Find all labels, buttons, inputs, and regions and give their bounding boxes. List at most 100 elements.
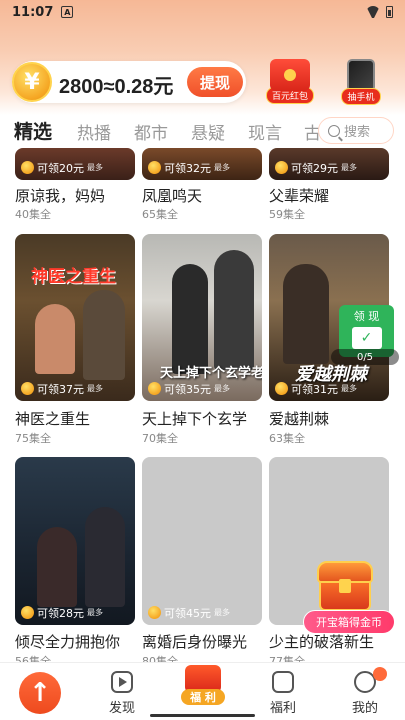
reward-chip: 可领45元 最多 — [148, 604, 230, 621]
coin-icon — [148, 161, 161, 174]
search-icon — [328, 124, 340, 137]
reward-text: 可领28元 — [37, 606, 84, 620]
coin-icon — [148, 606, 161, 619]
drama-episodes: 63集全 — [269, 432, 305, 445]
treasure-chest-icon[interactable] — [315, 561, 375, 613]
tab-urban[interactable]: 都市 — [134, 119, 168, 144]
home-indicator — [150, 714, 255, 717]
coin-icon — [275, 382, 288, 395]
poster-figure — [214, 250, 254, 370]
reward-chip: 可领29元 最多 — [275, 159, 357, 176]
nav-welfare[interactable]: 福利 — [248, 663, 318, 720]
reward-text: 可领29元 — [291, 161, 338, 175]
drama-poster: 可领32元 最多 — [142, 148, 262, 180]
drama-episodes: 77集全 — [269, 655, 305, 662]
nav-welfare-center[interactable]: 福 利 — [160, 663, 230, 720]
search-input[interactable]: 搜索 — [318, 117, 394, 144]
withdraw-button[interactable]: 提现 — [187, 67, 243, 97]
reward-more: 最多 — [214, 384, 230, 393]
status-time: 11:07 — [12, 4, 54, 20]
bottom-navigation: ↑ 发现 福 利 福利 我的 — [0, 662, 405, 720]
tab-romance[interactable]: 现言 — [248, 119, 282, 144]
drama-title: 倾尽全力拥抱你 — [15, 633, 121, 651]
gift-icon: 福 利 — [179, 665, 227, 707]
status-bar: 11:07 A — [0, 0, 405, 24]
poster-figure — [85, 507, 125, 607]
nav-mine[interactable]: 我的 — [330, 663, 400, 720]
poster-title-art: 天上掉下个玄学老妻 — [160, 366, 262, 381]
drama-title: 凤凰鸣天 — [142, 187, 203, 205]
nav-welfare-center-label: 福 利 — [181, 689, 225, 705]
reward-more: 最多 — [214, 608, 230, 617]
reward-chip: 可领20元 最多 — [21, 159, 103, 176]
drama-title: 离婚后身份曝光 — [142, 633, 248, 651]
coin-balance-pill[interactable]: ¥ 2800≈0.28元 提现 — [12, 61, 246, 103]
tab-hot[interactable]: 热播 — [77, 119, 111, 144]
reward-text: 可领32元 — [164, 161, 211, 175]
drama-episodes: 65集全 — [142, 208, 178, 221]
nav-discover[interactable]: 发现 — [87, 663, 157, 720]
reward-text: 可领45元 — [164, 606, 211, 620]
reward-chip: 可领28元 最多 — [21, 604, 103, 621]
coin-icon — [148, 382, 161, 395]
reward-chip: 可领37元 最多 — [21, 380, 103, 397]
drama-episodes: 56集全 — [15, 655, 51, 662]
coin-icon — [21, 161, 34, 174]
poster-figure — [83, 290, 125, 380]
reward-more: 最多 — [87, 163, 103, 172]
redpacket-promo[interactable]: 百元红包 — [262, 59, 318, 105]
drama-episodes: 59集全 — [269, 208, 305, 221]
badge-icon — [373, 667, 387, 681]
drama-poster: 天上掉下个玄学老妻 可领35元 最多 — [142, 234, 262, 401]
search-placeholder: 搜索 — [344, 125, 371, 140]
poster-title-art: 神医之重生 — [31, 267, 116, 287]
box-icon — [272, 671, 294, 693]
scroll-top-arrow-icon[interactable]: ↑ — [19, 672, 61, 714]
poster-figure — [283, 264, 329, 364]
drama-poster: 可领29元 最多 — [269, 148, 389, 180]
tab-featured[interactable]: 精选 — [14, 117, 52, 144]
open-chest-button[interactable]: 开宝箱得金币 — [303, 610, 395, 634]
coin-icon: ¥ — [12, 62, 52, 102]
reward-more: 最多 — [87, 608, 103, 617]
coin-icon — [21, 606, 34, 619]
drama-title: 父辈荣耀 — [269, 187, 330, 205]
drama-poster: 可领45元 最多 — [142, 457, 262, 625]
phone-draw-promo[interactable]: 抽手机 — [333, 59, 389, 105]
coin-balance-text: 2800≈0.28元 — [59, 76, 174, 98]
phone-draw-label: 抽手机 — [341, 88, 381, 105]
claim-progress: 0/5 — [331, 349, 399, 365]
poster-figure — [35, 304, 75, 374]
nav-discover-label: 发现 — [108, 701, 135, 716]
reward-more: 最多 — [341, 384, 357, 393]
drama-title: 爱越荆棘 — [269, 410, 330, 428]
drama-episodes: 80集全 — [142, 655, 178, 662]
nav-welfare-label: 福利 — [269, 701, 296, 716]
drama-episodes: 75集全 — [15, 432, 51, 445]
drama-poster: 可领20元 最多 — [15, 148, 135, 180]
redpacket-icon — [270, 59, 310, 91]
drama-poster: 神医之重生 可领37元 最多 — [15, 234, 135, 401]
drama-episodes: 40集全 — [15, 208, 51, 221]
reward-chip: 可领32元 最多 — [148, 159, 230, 176]
notification-a-icon: A — [61, 6, 74, 18]
battery-icon — [386, 6, 393, 18]
reward-more: 最多 — [87, 384, 103, 393]
reward-text: 可领35元 — [164, 382, 211, 396]
coin-icon — [275, 161, 288, 174]
reward-text: 可领37元 — [37, 382, 84, 396]
poster-figure — [37, 527, 77, 607]
reward-more: 最多 — [214, 163, 230, 172]
drama-title: 少主的破落新生 — [269, 633, 375, 651]
tab-suspense[interactable]: 悬疑 — [191, 119, 225, 144]
wifi-icon — [366, 6, 380, 18]
drama-title: 原谅我，妈妈 — [15, 187, 106, 205]
coin-icon — [21, 382, 34, 395]
reward-chip: 可领31元 最多 — [275, 380, 357, 397]
drama-title: 神医之重生 — [15, 410, 91, 428]
reward-chip: 可领35元 最多 — [148, 380, 230, 397]
drama-poster: 可领28元 最多 — [15, 457, 135, 625]
drama-title: 天上掉下个玄学 — [142, 410, 248, 428]
nav-mine-label: 我的 — [351, 701, 378, 716]
reward-text: 可领20元 — [37, 161, 84, 175]
